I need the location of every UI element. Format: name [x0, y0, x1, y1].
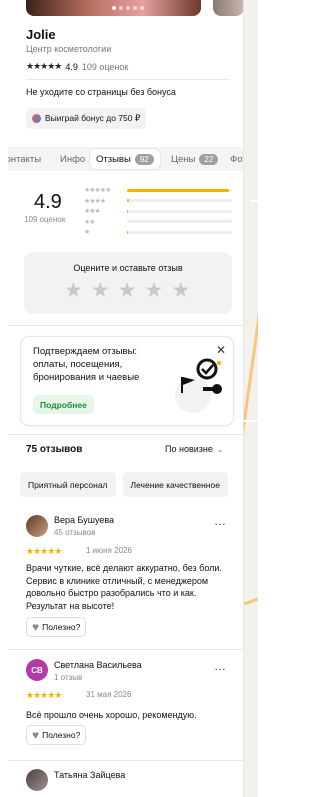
rating-bar-track	[127, 220, 232, 224]
bonus-button[interactable]: Выиграй бонус до 750 ₽	[26, 108, 147, 129]
rating-bar-fill	[127, 209, 129, 213]
divider	[26, 79, 230, 80]
rating-bar-track	[127, 230, 232, 234]
useful-button[interactable]: ♥ Полезно?	[26, 725, 87, 745]
rating-bar-row: ★★★	[84, 206, 234, 217]
tab-reviews[interactable]: Отзывы 92	[90, 149, 160, 169]
rate-star-5[interactable]: ★	[171, 280, 190, 301]
avatar[interactable]	[26, 515, 48, 537]
bonus-hint: Не уходите со страницы без бонуса	[26, 87, 176, 97]
bar-stars-icon: ★★★	[84, 208, 101, 216]
reviewer-reviews-count: 45 отзывов	[54, 528, 96, 537]
rating-bar-fill	[127, 230, 129, 234]
rate-star-1[interactable]: ★	[64, 280, 83, 301]
business-category[interactable]: Центр косметологии	[26, 44, 111, 54]
rating-bar-track	[127, 209, 232, 213]
gift-icon	[32, 114, 41, 123]
rate-box: Оцените и оставьте отзыв ★ ★ ★ ★ ★	[24, 252, 232, 314]
rating-bar-track	[127, 199, 232, 203]
prices-badge: 22	[199, 153, 219, 165]
divider	[8, 760, 243, 761]
rating-bar-fill	[127, 199, 130, 203]
review-date: 31 мая 2026	[86, 690, 132, 699]
review-stars: ★★★★★	[26, 546, 62, 556]
business-name: Jolie	[26, 27, 56, 42]
rate-star-2[interactable]: ★	[91, 280, 110, 301]
review-text: Всё прошло очень хорошо, рекомендую.	[26, 710, 197, 720]
useful-label: Полезно?	[42, 622, 81, 632]
summary-count: 109 оценок	[24, 215, 66, 224]
photo-pager-dots	[112, 6, 144, 10]
useful-button[interactable]: ♥ Полезно?	[26, 617, 87, 637]
rating-bar-row: ★★	[84, 217, 234, 228]
rating-bar-row: ★	[84, 227, 234, 238]
tab-prices[interactable]: Цены 22	[171, 147, 219, 171]
useful-label: Полезно?	[42, 730, 81, 740]
reviewer-name[interactable]: Вера Бушуева	[54, 515, 114, 525]
chip-quality[interactable]: Лечение качественное	[122, 472, 228, 497]
rate-box-title: Оцените и оставьте отзыв	[73, 263, 183, 273]
rate-star-4[interactable]: ★	[144, 280, 163, 301]
reviewer-name[interactable]: Татьяна Зайцева	[54, 770, 125, 780]
tab-bar: Контакты Инфо Отзывы92 Цены22 Фото	[8, 147, 243, 171]
reviewer-reviews-count: 1 отзыв	[54, 673, 83, 682]
banner-text: Подтверждаем отзывы: оплаты, посещения, …	[33, 346, 140, 383]
divider	[8, 325, 243, 326]
rating-value: 4.9	[65, 61, 78, 72]
rating-bar-track	[127, 188, 232, 192]
bar-stars-icon: ★★★★	[84, 197, 106, 205]
map-background[interactable]	[244, 0, 258, 797]
review-stars: ★★★★★	[26, 690, 62, 700]
bonus-button-label: Выиграй бонус до 750 ₽	[45, 113, 141, 123]
chevron-down-icon: ⌄	[216, 444, 224, 454]
chip-staff[interactable]: Приятный персонал	[20, 472, 116, 497]
review-tags: Приятный персонал Лечение качественное	[20, 472, 228, 497]
tab-contacts[interactable]: Контакты	[8, 147, 41, 171]
reviewer-name[interactable]: Светлана Васильева	[54, 660, 142, 670]
bar-stars-icon: ★★★★★	[84, 187, 111, 195]
bar-stars-icon: ★★	[84, 218, 96, 226]
summary-rating: 4.9	[34, 191, 62, 213]
rating-distribution: ★★★★★ ★★★★ ★★★ ★★ ★	[84, 185, 234, 238]
avatar[interactable]: СВ	[26, 659, 48, 681]
avatar[interactable]	[26, 769, 48, 791]
review-text: Врачи чуткие, всё делают аккуратно, без …	[26, 563, 222, 611]
rating-bar-fill	[127, 188, 229, 192]
sort-dropdown[interactable]: По новизне ⌄	[165, 444, 224, 454]
more-icon[interactable]: …	[214, 659, 226, 673]
tab-photos[interactable]: Фото	[230, 147, 243, 171]
photo-next[interactable]	[213, 0, 243, 16]
more-icon[interactable]: …	[214, 514, 226, 528]
place-card-panel: Jolie Центр косметологии ★★★★★ 4.9 109 о…	[0, 0, 244, 797]
heart-icon: ♥	[32, 728, 40, 742]
review-date: 1 июня 2026	[86, 546, 132, 555]
rating-count: 109 оценок	[81, 61, 129, 72]
heart-icon: ♥	[32, 620, 40, 634]
sort-label: По новизне	[165, 444, 213, 454]
bar-stars-icon: ★	[84, 229, 90, 237]
reviews-badge: 92	[134, 153, 154, 165]
divider	[8, 434, 243, 435]
rating-bar-row: ★★★★★	[84, 185, 234, 196]
tab-info[interactable]: Инфо	[60, 147, 85, 171]
reviews-count: 75 отзывов	[26, 444, 83, 455]
business-rating-line[interactable]: ★★★★★ 4.9 109 оценок	[26, 61, 128, 72]
rate-star-3[interactable]: ★	[118, 280, 137, 301]
rating-stars-icon: ★★★★★	[26, 61, 62, 71]
verified-illustration-icon	[175, 358, 222, 413]
rating-bar-row: ★★★★	[84, 196, 234, 207]
divider	[8, 649, 243, 650]
verified-reviews-banner: Подтверждаем отзывы: оплаты, посещения, …	[20, 336, 234, 426]
photo-strip[interactable]	[0, 0, 243, 16]
more-button[interactable]: Подробнее	[33, 395, 94, 414]
